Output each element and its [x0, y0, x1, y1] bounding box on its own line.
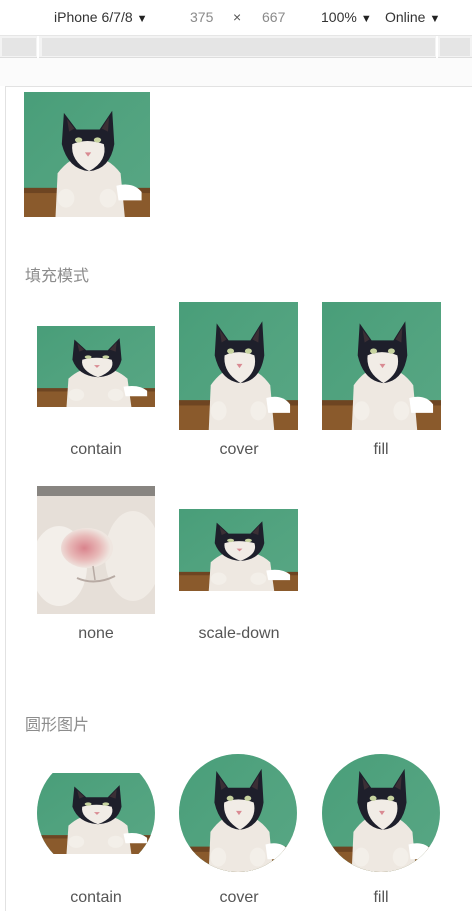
- ruler-segment[interactable]: [440, 38, 470, 56]
- devtools-toolbar: iPhone 6/7/8 ▼ 375 × 667 100% ▼ Online ▼: [0, 0, 472, 36]
- viewport-width-input[interactable]: 375: [190, 9, 213, 25]
- chevron-down-icon: ▼: [136, 13, 148, 25]
- round-cat-image-cover: [179, 750, 297, 876]
- chevron-down-icon: ▼: [429, 13, 441, 25]
- ruler-segment[interactable]: [42, 38, 435, 56]
- device-label: iPhone 6/7/8: [54, 9, 133, 25]
- emulated-viewport: 填充模式 contain cover fill none scale-down …: [5, 86, 472, 911]
- cat-image: [24, 92, 150, 217]
- caption-contain: contain: [70, 441, 122, 458]
- network-throttle-select[interactable]: Online ▼: [385, 9, 440, 25]
- zoom-label: 100%: [321, 9, 357, 25]
- ruler-divider: [37, 36, 39, 58]
- round-caption-contain: contain: [70, 889, 122, 906]
- cat-image-cover: [179, 302, 298, 430]
- viewport-height-input[interactable]: 667: [262, 9, 285, 25]
- chevron-down-icon: ▼: [360, 13, 372, 25]
- caption-cover: cover: [219, 441, 259, 458]
- cat-image-contain: [37, 326, 155, 407]
- caption-none: none: [78, 625, 114, 642]
- round-cat-image-contain: [37, 750, 155, 876]
- round-cat-image-fill: [322, 750, 440, 876]
- media-query-ruler[interactable]: [0, 36, 472, 58]
- ruler-divider: [436, 36, 438, 58]
- cat-image-scale-down: [179, 509, 298, 591]
- zoom-select[interactable]: 100% ▼: [321, 9, 372, 25]
- dimension-times-icon: ×: [233, 9, 242, 25]
- viewport-gutter: [0, 58, 472, 86]
- caption-fill: fill: [373, 441, 389, 458]
- cat-image-none: [37, 486, 155, 614]
- section-title-round: 圆形图片: [25, 717, 90, 734]
- ruler-segment[interactable]: [2, 38, 36, 56]
- caption-scale-down: scale-down: [198, 625, 280, 642]
- throttle-label: Online: [385, 9, 426, 25]
- section-title-fill-mode: 填充模式: [25, 268, 90, 285]
- round-caption-cover: cover: [219, 889, 259, 906]
- round-caption-fill: fill: [373, 889, 389, 906]
- cat-image-fill: [322, 302, 441, 430]
- device-select[interactable]: iPhone 6/7/8 ▼: [54, 9, 148, 25]
